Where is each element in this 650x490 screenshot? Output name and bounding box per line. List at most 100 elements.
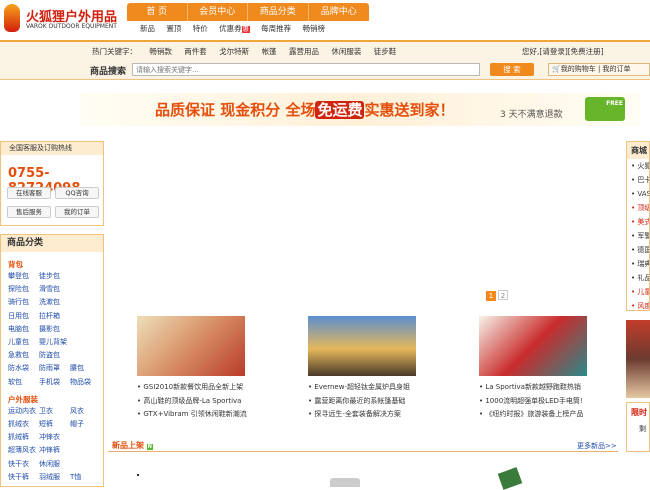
news-link[interactable]: • GSI2010新款餐饮用品全新上架 (137, 382, 243, 392)
subnav-top[interactable]: 置顶 (166, 24, 181, 33)
hotkey-item[interactable]: 帐篷 (262, 47, 277, 56)
subnav-bestsellers[interactable]: 畅销榜 (302, 24, 325, 33)
news-photo-3[interactable] (479, 316, 587, 376)
pager-2[interactable]: 2 (498, 290, 508, 300)
more-new-products-link[interactable]: 更多新品>> (577, 441, 617, 451)
category-link[interactable]: 手机袋 (39, 377, 70, 387)
category-link[interactable]: 短裤 (39, 419, 70, 429)
after-sales-button[interactable]: 售后服务 (7, 206, 51, 218)
hotkey-item[interactable]: 徒步鞋 (374, 47, 397, 56)
right-brand-link[interactable]: • 军警 (627, 229, 649, 243)
category-link[interactable]: 风衣 (70, 406, 101, 416)
right-brand-link[interactable]: • VAS (627, 187, 649, 201)
cart-link[interactable]: 我的购物车 (561, 65, 596, 73)
news-link[interactable]: • GTX+Vibram 引领休闲鞋新潮流 (137, 409, 247, 419)
category-link[interactable]: 骑行包 (8, 297, 39, 307)
category-link[interactable]: 滑雪包 (39, 284, 70, 294)
category-link[interactable]: 软包 (8, 377, 39, 387)
hotkey-item[interactable]: 休闲服装 (331, 47, 361, 56)
category-link[interactable]: 徒步包 (39, 271, 70, 281)
subnav-sale[interactable]: 特价 (193, 24, 208, 33)
category-link[interactable]: 冲锋裤 (39, 445, 70, 455)
category-row: 日用包 拉杆箱 (8, 311, 70, 321)
my-orders-button[interactable]: 我的订单 (55, 206, 99, 218)
hotkey-item[interactable]: 露营用品 (289, 47, 319, 56)
hotkey-item[interactable]: 戈尔特斯 (219, 47, 249, 56)
news-link[interactable]: • 1000流明超强单极LED手电筒! (479, 396, 583, 406)
login-link[interactable]: [请登录] (539, 47, 567, 56)
hotkey-item[interactable]: 畅销款 (149, 47, 172, 56)
register-link[interactable]: [免费注册] (568, 47, 604, 56)
search-button[interactable]: 搜 索 (490, 63, 534, 76)
right-brand-link[interactable]: • 儿童 (627, 285, 649, 299)
product-thumb[interactable] (330, 478, 360, 487)
category-link[interactable]: 儿童包 (8, 337, 39, 347)
news-link[interactable]: • 《纽约时报》旅游装备上榜产品 (479, 409, 583, 419)
category-row: 防水袋 防雨罩 腰包 (8, 363, 101, 373)
category-link[interactable]: 超薄风衣 (8, 445, 39, 455)
hotkey-item[interactable]: 两件套 (184, 47, 207, 56)
nav-category[interactable]: 商品分类 (248, 3, 309, 21)
search-input[interactable] (132, 63, 480, 76)
news-link[interactable]: • Evernew-超轻钛金属炉具身姐 (308, 382, 410, 392)
nav-brand[interactable]: 品牌中心 (309, 3, 370, 21)
category-link[interactable]: 快干衣 (8, 459, 39, 469)
right-brand-link[interactable]: • 顶级 (627, 201, 649, 215)
news-link[interactable]: • 露营距离你最近的系帐篷基础 (308, 396, 405, 406)
category-link[interactable]: 摄影包 (39, 324, 70, 334)
category-link[interactable]: 羽绒服 (39, 472, 70, 482)
category-group-clothing[interactable]: 户外服装 (8, 394, 38, 405)
subnav-weekly[interactable]: 每周推荐 (261, 24, 291, 33)
category-link[interactable]: 防雨罩 (39, 363, 70, 373)
category-link[interactable]: 日用包 (8, 311, 39, 321)
online-service-button[interactable]: 在线客服 (7, 187, 51, 199)
category-link[interactable]: 冲锋衣 (39, 432, 70, 442)
news-link[interactable]: • 高山鞋的顶级品牌-La Sportiva (137, 396, 241, 406)
right-brand-link[interactable]: • 火狐 (627, 159, 649, 173)
category-link[interactable]: 帽子 (70, 419, 101, 429)
subnav-coupon[interactable]: 优惠券惠 (219, 24, 250, 33)
right-brand-link[interactable]: • 风度 (627, 299, 649, 310)
right-brand-link[interactable]: • 巴卡 (627, 173, 649, 187)
news-link[interactable]: • La Sportiva新款越野跑鞋热销 (479, 382, 581, 392)
subnav-new[interactable]: 新品 (140, 24, 155, 33)
orders-link[interactable]: 我的订单 (603, 65, 631, 73)
product-thumb[interactable] (497, 467, 523, 490)
category-link[interactable]: 腰包 (70, 363, 101, 373)
news-photo-1[interactable] (137, 316, 245, 376)
category-link[interactable]: 急救包 (8, 350, 39, 360)
site-logo[interactable]: 火狐狸户外用品 VAROK OUTDOOR EQUIPMENT (4, 4, 124, 34)
category-link[interactable]: 休闲服 (39, 459, 70, 469)
new-products-title: 新品上架 N (112, 440, 153, 451)
category-link[interactable]: 拉杆箱 (39, 311, 70, 321)
pager-1[interactable]: 1 (486, 291, 496, 301)
category-link[interactable]: 攀登包 (8, 271, 39, 281)
category-row: 攀登包 徒步包 (8, 271, 70, 281)
right-promo-photo[interactable] (626, 320, 650, 398)
category-link[interactable]: 防盗包 (39, 350, 70, 360)
news-photo-2[interactable] (308, 316, 416, 376)
nav-member[interactable]: 会员中心 (188, 3, 248, 21)
category-link[interactable]: 卫衣 (39, 406, 70, 416)
category-link[interactable]: 运动内衣 (8, 406, 39, 416)
right-brand-link[interactable]: • 瑞典 (627, 257, 649, 271)
category-link[interactable]: 探险包 (8, 284, 39, 294)
category-group-bags[interactable]: 背包 (8, 259, 23, 270)
category-row: 电脑包 摄影包 (8, 324, 70, 334)
category-link[interactable]: 物品袋 (70, 377, 101, 387)
category-link[interactable]: 抓绒裤 (8, 432, 39, 442)
promo-banner[interactable]: 品质保证 现金积分 全场 免运费 实惠送到家！ 3 天不满意退款 FREE (80, 93, 640, 126)
category-link[interactable]: 抓绒衣 (8, 419, 39, 429)
right-brand-link[interactable]: • 礼品 (627, 271, 649, 285)
right-brand-link[interactable]: • 德国 (627, 243, 649, 257)
category-link[interactable]: 电脑包 (8, 324, 39, 334)
category-link[interactable]: 快干裤 (8, 472, 39, 482)
right-brand-link[interactable]: • 美式 (627, 215, 649, 229)
category-link[interactable]: 婴儿背架 (39, 337, 70, 347)
category-link[interactable]: T恤 (70, 472, 101, 482)
news-link[interactable]: • 探寻远生-全套装备解决方案 (308, 409, 401, 419)
qq-consult-button[interactable]: QQ咨询 (55, 187, 99, 199)
category-link[interactable]: 防水袋 (8, 363, 39, 373)
category-link[interactable]: 洗漱包 (39, 297, 70, 307)
nav-home[interactable]: 首 页 (127, 3, 188, 21)
